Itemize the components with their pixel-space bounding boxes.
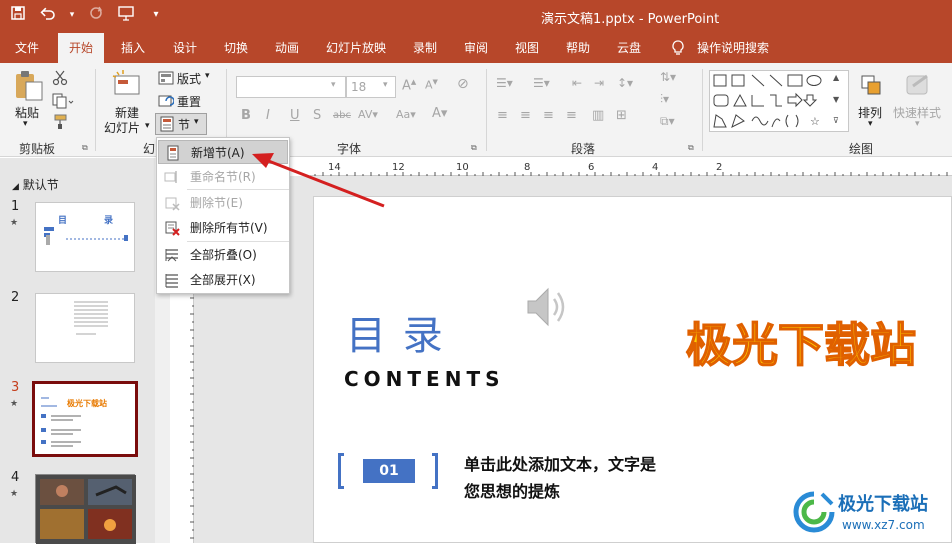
annotation-arrow (252, 153, 385, 208)
